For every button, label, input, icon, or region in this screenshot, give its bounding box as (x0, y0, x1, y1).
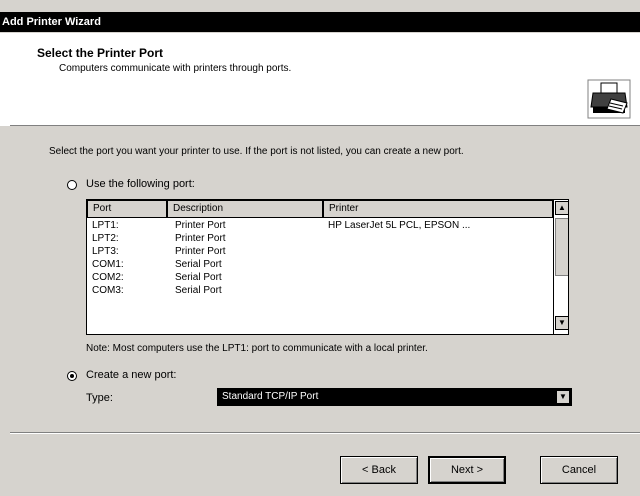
port-list-rows: LPT1: Printer Port HP LaserJet 5L PCL, E… (87, 219, 553, 297)
column-header-port[interactable]: Port (87, 200, 167, 218)
port-list-scrollbar[interactable]: ▲ ▼ (553, 200, 568, 334)
port-description: Printer Port (175, 246, 226, 257)
list-item[interactable]: COM1: Serial Port (87, 258, 553, 271)
port-name: LPT3: (92, 246, 119, 257)
port-type-label: Type: (86, 392, 113, 404)
back-button[interactable]: < Back (340, 456, 418, 484)
port-printer (323, 271, 553, 284)
use-existing-port-radio[interactable] (67, 180, 77, 190)
port-name: COM1: (92, 259, 124, 270)
cancel-button[interactable]: Cancel (540, 456, 618, 484)
port-type-select[interactable]: Standard TCP/IP Port ▼ (217, 388, 572, 406)
list-item[interactable]: COM3: Serial Port (87, 284, 553, 297)
port-description: Serial Port (175, 259, 222, 270)
port-printer: HP LaserJet 5L PCL, EPSON ... (328, 220, 471, 231)
port-description: Serial Port (175, 285, 222, 296)
create-new-port-label: Create a new port: (86, 369, 177, 381)
next-button[interactable]: Next > (428, 456, 506, 484)
port-name: COM2: (92, 272, 124, 283)
port-description: Serial Port (175, 272, 222, 283)
create-new-port-radio[interactable] (67, 371, 77, 381)
port-printer (323, 258, 553, 271)
scroll-thumb[interactable] (555, 218, 568, 276)
port-description: Printer Port (175, 220, 226, 231)
column-header-description[interactable]: Description (167, 200, 323, 218)
port-printer (323, 245, 553, 258)
page-title: Select the Printer Port (37, 46, 164, 60)
instructions-text: Select the port you want your printer to… (49, 146, 464, 157)
port-description: Printer Port (175, 233, 226, 244)
port-list-header: Port Description Printer (87, 200, 553, 218)
port-printer (323, 284, 553, 297)
scroll-up-button[interactable]: ▲ (555, 201, 568, 215)
page-subtitle: Computers communicate with printers thro… (59, 63, 292, 74)
list-item[interactable]: LPT3: Printer Port (87, 245, 553, 258)
scroll-down-button[interactable]: ▼ (555, 316, 568, 330)
list-item[interactable]: LPT2: Printer Port (87, 232, 553, 245)
use-existing-port-label: Use the following port: (86, 178, 195, 190)
column-header-printer[interactable]: Printer (323, 200, 553, 218)
port-list[interactable]: Port Description Printer LPT1: Printer P… (86, 199, 569, 335)
window-title: Add Printer Wizard (0, 12, 640, 32)
printer-icon (587, 79, 631, 119)
button-divider (10, 432, 640, 434)
wizard-header: Select the Printer Port Computers commun… (10, 33, 640, 126)
list-item[interactable]: LPT1: Printer Port HP LaserJet 5L PCL, E… (87, 219, 553, 232)
port-note: Note: Most computers use the LPT1: port … (86, 343, 428, 354)
chevron-down-icon[interactable]: ▼ (556, 390, 570, 404)
port-name: LPT1: (92, 220, 119, 231)
port-printer (323, 232, 553, 245)
port-type-value: Standard TCP/IP Port (222, 391, 319, 402)
list-item[interactable]: COM2: Serial Port (87, 271, 553, 284)
add-printer-wizard-window: Add Printer Wizard Select the Printer Po… (0, 0, 640, 496)
header-margin (0, 33, 10, 126)
port-name: LPT2: (92, 233, 119, 244)
port-name: COM3: (92, 285, 124, 296)
